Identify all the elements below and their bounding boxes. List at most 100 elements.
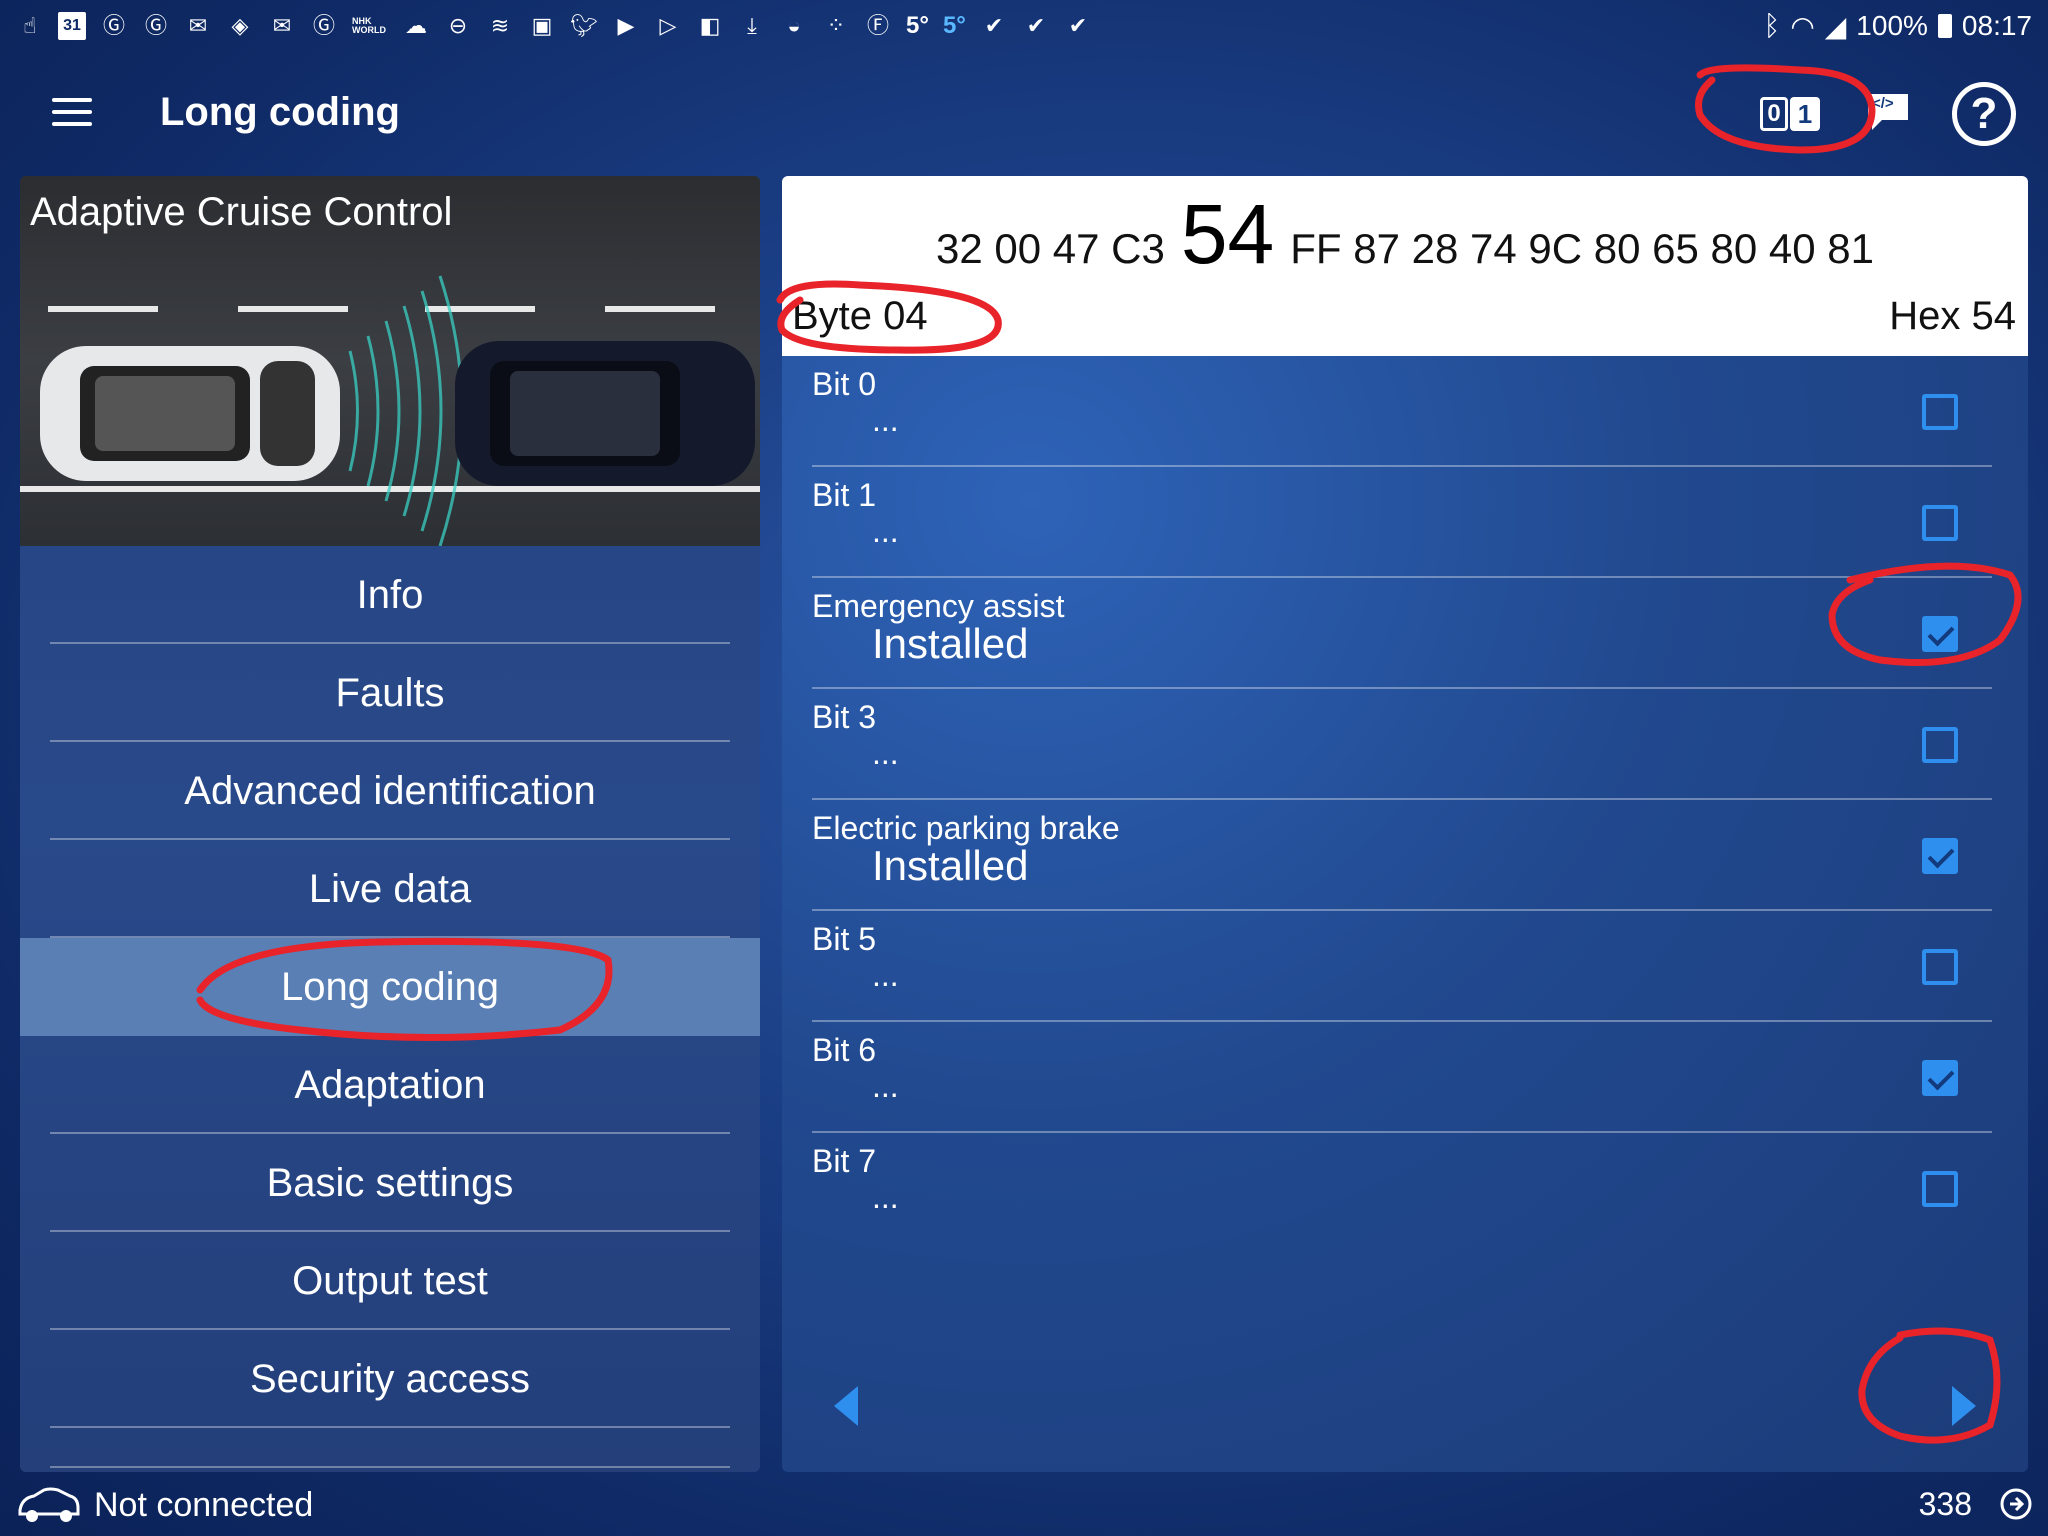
bit-value: Installed: [872, 620, 1029, 667]
hamburger-menu-icon[interactable]: [52, 98, 92, 128]
bit-value: ...: [872, 402, 899, 438]
battery-icon: [1937, 14, 1952, 38]
bit-value: Installed: [872, 842, 1029, 889]
g-circle-icon: Ⓖ: [144, 13, 167, 38]
flipboard-icon: ◧: [699, 13, 721, 38]
bluetooth-icon: ᛒ: [1763, 10, 1781, 41]
bit-row-2[interactable]: Emergency assist Installed: [812, 578, 1992, 689]
bit-row-0[interactable]: Bit 0 ...: [812, 356, 1992, 467]
binary-one-icon: 1: [1790, 97, 1820, 131]
bit-name: Bit 6: [812, 1032, 877, 1068]
nav-item-info[interactable]: Info: [20, 546, 760, 644]
bag-icon: ◒: [787, 13, 801, 38]
bit-name: Bit 7: [812, 1143, 877, 1179]
bit-row-3[interactable]: Bit 3 ...: [812, 689, 1992, 800]
bit-value: ...: [872, 1068, 899, 1104]
bit-4-checkbox[interactable]: [1922, 838, 1958, 874]
nav-item-output-test[interactable]: Output test: [20, 1232, 760, 1330]
twitter-icon: 🐦︎: [570, 13, 598, 38]
bit-5-checkbox[interactable]: [1922, 949, 1958, 985]
nav-item-long-coding[interactable]: Long coding: [20, 938, 760, 1036]
counter-value: 338: [1918, 1486, 1972, 1522]
signal-icon: ◢: [1824, 10, 1847, 42]
module-menu-panel: Adaptive Cruise Control Info Faults Adva…: [20, 176, 760, 1472]
module-hero-image: Adaptive Cruise Control: [20, 176, 760, 546]
bit-row-6[interactable]: Bit 6 ...: [812, 1022, 1992, 1133]
byte-index-label: Byte 04: [792, 294, 928, 338]
bit-list: Bit 0 ... Bit 1 ... Emergency assist Ins…: [812, 356, 1992, 1244]
gv-icon: ✔: [1026, 13, 1046, 38]
calendar-icon: 31: [58, 12, 86, 40]
nav-item-faults[interactable]: Faults: [20, 644, 760, 742]
bit-value: ...: [872, 513, 899, 549]
weather-temp-1: 5°: [906, 12, 929, 39]
play-icon: ▷: [659, 13, 677, 38]
page-title: Long coding: [160, 90, 400, 134]
wifi-icon: ◠: [1790, 10, 1815, 42]
cloud-icon: ☁: [405, 13, 427, 38]
diamond-icon: ◈: [231, 13, 249, 38]
nav-item-security-access[interactable]: Security access: [20, 1330, 760, 1428]
bit-value: ...: [872, 1179, 899, 1215]
clock: 08:17: [1961, 10, 2032, 41]
long-coding-panel: 32 00 47 C3 54 FF 87 28 74 9C 80 65 80 4…: [782, 176, 2028, 1472]
code-icon-label: </>: [1872, 95, 1894, 112]
mail-icon: ✉: [188, 13, 208, 38]
bytes-after[interactable]: FF 87 28 74 9C 80 65 80 40 81: [1290, 225, 1874, 273]
help-icon[interactable]: ?: [1952, 82, 2016, 146]
bit-row-4[interactable]: Electric parking brake Installed: [812, 800, 1992, 911]
gv-icon: ✔: [1068, 13, 1088, 38]
bit-row-5[interactable]: Bit 5 ...: [812, 911, 1992, 1022]
bit-name: Bit 0: [812, 366, 877, 402]
f-icon: Ⓕ: [866, 13, 889, 38]
minus-circle-icon: ⊖: [448, 13, 468, 38]
bit-7-checkbox[interactable]: [1922, 1171, 1958, 1207]
bit-name: Bit 5: [812, 921, 877, 957]
nav-item-advanced-identification[interactable]: Advanced identification: [20, 742, 760, 840]
bit-3-checkbox[interactable]: [1922, 727, 1958, 763]
car-connection-icon: [16, 1484, 82, 1524]
weather-temp-2: 5°: [942, 12, 966, 39]
bit-6-checkbox[interactable]: [1922, 1060, 1958, 1096]
nav-item-basic-settings[interactable]: Basic settings: [20, 1134, 760, 1232]
nhk-world-icon: NHK WORLD: [352, 16, 386, 35]
bit-0-checkbox[interactable]: [1922, 394, 1958, 430]
nav-item-more[interactable]: [20, 1428, 760, 1468]
power-icon[interactable]: [1998, 1486, 2034, 1522]
g-circle-icon: Ⓖ: [312, 13, 335, 38]
module-name: Adaptive Cruise Control: [30, 190, 453, 234]
bytes-before[interactable]: 32 00 47 C3: [936, 225, 1165, 273]
nav-item-adaptation[interactable]: Adaptation: [20, 1036, 760, 1134]
current-byte[interactable]: 54: [1181, 186, 1274, 283]
bit-value: ...: [872, 957, 899, 993]
nav-item-live-data[interactable]: Live data: [20, 840, 760, 938]
dots-icon: ⁘: [826, 13, 846, 38]
g-circle-icon: Ⓖ: [102, 13, 125, 38]
previous-byte-arrow-icon[interactable]: [832, 1384, 860, 1428]
coding-bytes-line: 32 00 47 C3 54 FF 87 28 74 9C 80 65 80 4…: [782, 186, 2028, 283]
bit-2-checkbox[interactable]: [1922, 616, 1958, 652]
mail-icon: ✉: [272, 13, 292, 38]
bottom-status-bar: Not connected 338: [0, 1476, 2048, 1536]
bit-value: ...: [872, 735, 899, 771]
binary-view-button[interactable]: 0 1: [1756, 94, 1824, 134]
binary-zero-icon: 0: [1760, 97, 1788, 131]
notification-icons: ☝ 31 Ⓖ Ⓖ ✉ ◈ ✉ Ⓖ NHK WORLD ☁ ⊖ ≋ ▣ 🐦︎ ▶ …: [16, 12, 1092, 40]
status-bar: ☝ 31 Ⓖ Ⓖ ✉ ◈ ✉ Ⓖ NHK WORLD ☁ ⊖ ≋ ▣ 🐦︎ ▶ …: [0, 0, 2048, 52]
next-byte-arrow-icon[interactable]: [1950, 1384, 1978, 1428]
module-nav-list: Info Faults Advanced identification Live…: [20, 546, 760, 1468]
gv-icon: ✔: [984, 13, 1004, 38]
app-bar: Long coding 0 1 </> ?: [0, 60, 2048, 170]
hex-value-label: Hex 54: [1889, 294, 2016, 338]
help-symbol: ?: [1970, 89, 1998, 138]
code-chat-icon[interactable]: </>: [1864, 90, 1912, 134]
download-icon: ⤓: [747, 13, 757, 38]
image-icon: ▣: [531, 13, 553, 38]
hand-icon: ☝: [23, 13, 37, 38]
bit-row-7[interactable]: Bit 7 ...: [812, 1133, 1992, 1244]
youtube-icon: ▶: [617, 13, 635, 38]
wind-icon: ≋: [490, 13, 510, 38]
bit-1-checkbox[interactable]: [1922, 505, 1958, 541]
battery-percent: 100%: [1856, 10, 1928, 41]
bit-row-1[interactable]: Bit 1 ...: [812, 467, 1992, 578]
